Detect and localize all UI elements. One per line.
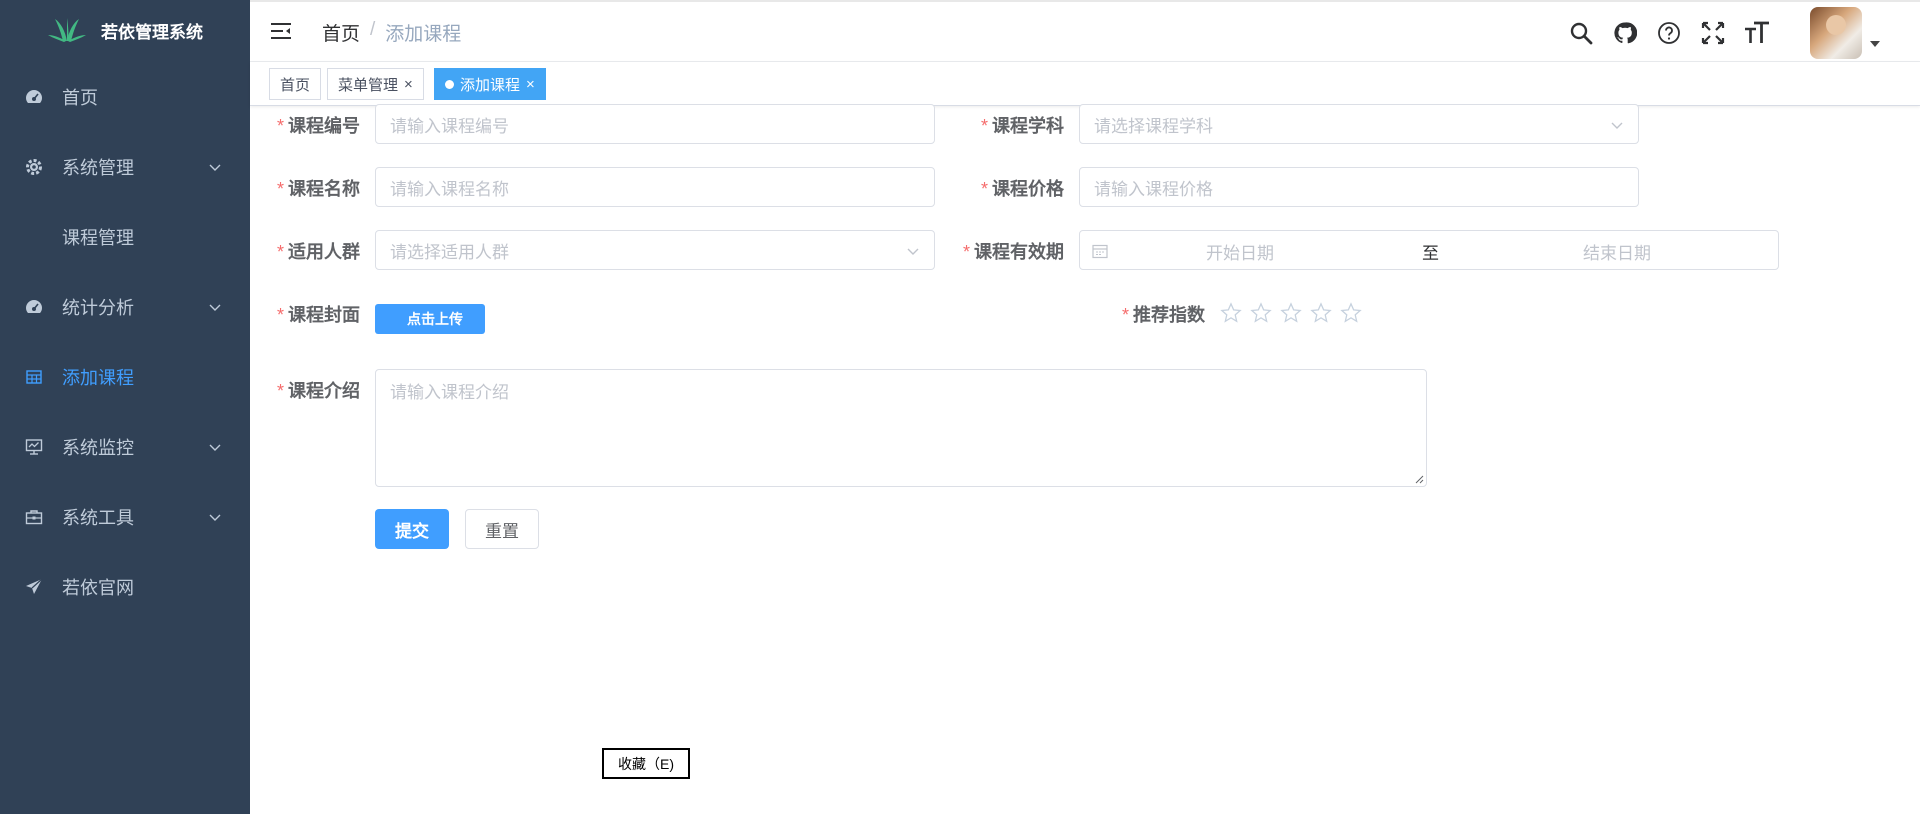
- close-icon[interactable]: ×: [526, 77, 535, 92]
- search-icon[interactable]: [1568, 20, 1594, 46]
- sidebar-item-label: 课程管理: [62, 228, 134, 248]
- audience-label: * 适用人群: [277, 242, 361, 262]
- github-icon[interactable]: [1612, 20, 1638, 46]
- logo[interactable]: 若依管理系统: [0, 0, 250, 60]
- close-icon[interactable]: ×: [404, 77, 413, 92]
- sidebar-item-system[interactable]: 系统管理: [0, 132, 250, 202]
- chevron-down-icon: [209, 304, 221, 311]
- help-icon[interactable]: [1656, 20, 1682, 46]
- chevron-down-icon: [209, 164, 221, 171]
- start-date-input[interactable]: 开始日期: [1206, 239, 1274, 264]
- submit-button[interactable]: 提交: [375, 509, 449, 549]
- tags-view: 首页 菜单管理 × 添加课程 ×: [250, 62, 1920, 106]
- course-form: * 课程编号 请输入课程编号 * 课程学科 请选择课程学科 * 课程名称 请输入课程名…: [250, 104, 1920, 814]
- caret-down-icon[interactable]: [1870, 41, 1880, 47]
- sidebar-item-label: 统计分析: [62, 298, 134, 318]
- rating-stars[interactable]: [1220, 302, 1362, 324]
- monitor-icon: [24, 437, 44, 457]
- intro-textarea[interactable]: 请输入课程介绍: [375, 369, 1427, 487]
- active-dot-icon: [445, 79, 454, 89]
- course-name-label: * 课程名称: [277, 179, 361, 199]
- course-subject-select[interactable]: 请选择课程学科: [1079, 104, 1639, 144]
- tooltip: 收藏（E): [602, 748, 690, 779]
- font-size-icon[interactable]: [1744, 20, 1770, 46]
- sidebar-item-tools[interactable]: 系统工具: [0, 482, 250, 552]
- sidebar-item-label: 首页: [62, 88, 98, 108]
- sidebar-item-label: 系统工具: [62, 508, 134, 528]
- chevron-down-icon: [209, 444, 221, 451]
- sidebar-item-website[interactable]: 若依官网: [0, 552, 250, 622]
- star-icon[interactable]: [1220, 302, 1242, 324]
- grid-icon: [24, 367, 44, 387]
- navbar: 首页 / 添加课程: [250, 0, 1920, 62]
- logo-icon: [48, 18, 86, 42]
- cover-label: * 课程封面: [277, 305, 361, 325]
- tag-label: 菜单管理: [338, 76, 399, 94]
- resize-handle-icon[interactable]: [1414, 474, 1424, 484]
- rating-label: * 推荐指数: [1122, 305, 1206, 325]
- chevron-down-icon: [209, 514, 221, 521]
- course-price-label: * 课程价格: [981, 179, 1065, 199]
- sidebar-item-monitor[interactable]: 系统监控: [0, 412, 250, 482]
- sidebar-item-label: 系统管理: [62, 158, 134, 178]
- sidebar: 若依管理系统 首页 系统管理 课程管理 统计分析 添加课程 系统监控 系统工具 …: [0, 0, 250, 814]
- reset-button[interactable]: 重置: [465, 509, 539, 549]
- sidebar-item-course-management[interactable]: 课程管理: [0, 202, 250, 272]
- sidebar-item-label: 若依官网: [62, 578, 134, 598]
- breadcrumb: 首页 / 添加课程: [322, 19, 461, 46]
- tag-menu-management[interactable]: 菜单管理 ×: [327, 68, 424, 100]
- star-icon[interactable]: [1280, 302, 1302, 324]
- dashboard-icon: [24, 297, 44, 317]
- course-code-label: * 课程编号: [277, 116, 361, 136]
- menu-toggle-icon[interactable]: [270, 20, 292, 42]
- sidebar-item-statistics[interactable]: 统计分析: [0, 272, 250, 342]
- sidebar-item-label: 系统监控: [62, 438, 134, 458]
- star-icon[interactable]: [1250, 302, 1272, 324]
- chevron-down-icon: [907, 248, 919, 255]
- avatar[interactable]: [1810, 7, 1862, 59]
- header-right-menu: [1568, 7, 1880, 59]
- toolbox-icon: [24, 507, 44, 527]
- star-icon[interactable]: [1340, 302, 1362, 324]
- tag-add-course[interactable]: 添加课程 ×: [434, 68, 546, 100]
- intro-label: * 课程介绍: [277, 381, 361, 401]
- app-title: 若依管理系统: [101, 22, 203, 42]
- upload-button[interactable]: 点击上传: [375, 304, 485, 334]
- tag-home[interactable]: 首页: [269, 68, 322, 100]
- gear-icon: [24, 157, 44, 177]
- star-icon[interactable]: [1310, 302, 1332, 324]
- fullscreen-icon[interactable]: [1700, 20, 1726, 46]
- course-code-input[interactable]: 请输入课程编号: [375, 104, 935, 144]
- chevron-down-icon: [1611, 122, 1623, 129]
- audience-select[interactable]: 请选择适用人群: [375, 230, 935, 270]
- breadcrumb-home[interactable]: 首页: [322, 19, 360, 46]
- breadcrumb-separator: /: [370, 19, 376, 40]
- end-date-input[interactable]: 结束日期: [1583, 239, 1651, 264]
- send-icon: [24, 577, 44, 597]
- sidebar-item-add-course[interactable]: 添加课程: [0, 342, 250, 412]
- calendar-icon: [1092, 244, 1108, 259]
- course-subject-label: * 课程学科: [981, 116, 1065, 136]
- sidebar-item-home[interactable]: 首页: [0, 62, 250, 132]
- validity-label: * 课程有效期: [963, 242, 1065, 262]
- breadcrumb-current: 添加课程: [385, 24, 462, 45]
- date-range-separator: 至: [1422, 244, 1439, 263]
- tag-label: 首页: [280, 76, 311, 94]
- tag-label: 添加课程: [460, 76, 521, 94]
- course-price-input[interactable]: 请输入课程价格: [1079, 167, 1639, 207]
- course-name-input[interactable]: 请输入课程名称: [375, 167, 935, 207]
- sidebar-item-label: 添加课程: [62, 368, 134, 388]
- dashboard-icon: [24, 87, 44, 107]
- validity-date-range[interactable]: 开始日期 至 结束日期: [1079, 230, 1779, 270]
